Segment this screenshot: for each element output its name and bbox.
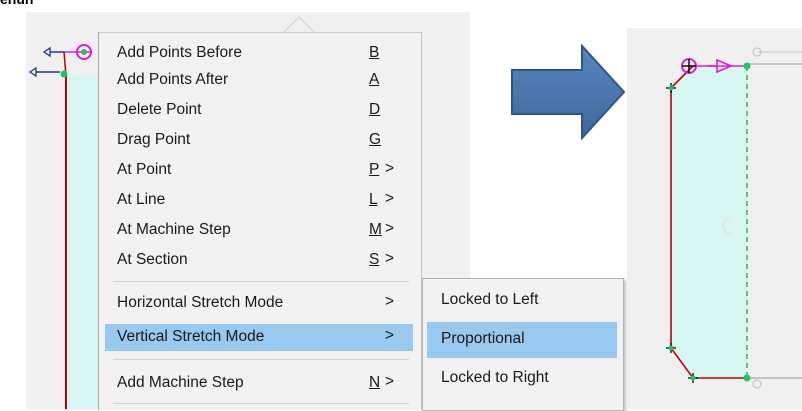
submenu-arrow-icon: >	[385, 293, 395, 310]
menu-item-label: Horizontal Stretch Mode	[117, 294, 284, 311]
menu-item-shortcut: M	[369, 221, 382, 238]
menu-item-shortcut: B	[369, 44, 380, 61]
submenu-arrow-icon: >	[385, 160, 395, 177]
menu-item-add-points-after[interactable]: Add Points After A	[105, 67, 413, 94]
menu-separator	[113, 403, 409, 404]
node-marker-icon[interactable]	[60, 44, 93, 78]
submenu-item-label: Locked to Left	[441, 291, 539, 308]
menu-item-label: Vertical Stretch Mode	[117, 328, 265, 345]
menu-separator	[113, 281, 409, 282]
submenu-arrow-icon: >	[385, 327, 395, 344]
menu-item-add-points-before[interactable]: Add Points Before B	[105, 40, 413, 67]
profile-shape-left[interactable]	[66, 75, 98, 409]
context-menu: Add Points Before B Add Points After A D…	[98, 16, 422, 410]
submenu-arrow-icon: >	[385, 190, 395, 207]
menu-item-label: Drag Point	[117, 131, 191, 148]
left-arrow-icon[interactable]	[28, 46, 64, 78]
menu-item-at-machine-step[interactable]: At Machine Step M >	[105, 217, 413, 244]
menu-item-shortcut: P	[369, 161, 380, 178]
right-canvas-margin	[627, 0, 677, 28]
menu-item-at-line[interactable]: At Line L >	[105, 187, 413, 214]
submenu-arrow-icon: >	[385, 220, 395, 237]
menu-item-at-point[interactable]: At Point P >	[105, 157, 413, 184]
submenu-item-locked-to-left[interactable]: Locked to Left	[427, 283, 617, 319]
menu-item-label: At Line	[117, 191, 166, 208]
submenu-arrow-icon: >	[385, 250, 395, 267]
node-marker-icon[interactable]	[681, 58, 697, 74]
submenu-item-label: Proportional	[441, 330, 525, 347]
big-right-arrow-icon	[511, 43, 626, 141]
menu-item-label: Add Points After	[117, 71, 229, 88]
stretch-mode-submenu: Locked to Left Proportional Locked to Ri…	[422, 278, 624, 411]
submenu-item-proportional[interactable]: Proportional	[427, 322, 617, 358]
result-shape-drawing[interactable]	[627, 28, 802, 409]
submenu-item-label: Locked to Right	[441, 369, 549, 386]
profile-edge-left	[65, 75, 67, 409]
result-shape-fill	[671, 66, 747, 378]
menu-item-shortcut: N	[369, 374, 381, 391]
left-handles-overlay	[28, 44, 93, 78]
menu-item-shortcut: D	[369, 101, 381, 118]
menu-separator	[113, 359, 409, 360]
menu-tail-icon	[282, 16, 316, 34]
menu-item-label: At Section	[117, 251, 188, 268]
menu-item-at-section[interactable]: At Section S >	[105, 247, 413, 274]
submenu-item-locked-to-right[interactable]: Locked to Right	[427, 361, 617, 397]
menu-item-shortcut: A	[369, 71, 380, 88]
menu-item-label: At Point	[117, 161, 172, 178]
menu-item-add-machine-step[interactable]: Add Machine Step N >	[105, 370, 413, 397]
menu-item-label: Add Points Before	[117, 44, 242, 61]
menu-item-vertical-stretch-mode[interactable]: Vertical Stretch Mode >	[105, 324, 413, 351]
guide-node-icon	[752, 379, 762, 389]
menu-item-label: Add Machine Step	[117, 374, 244, 391]
menu-item-label: Delete Point	[117, 101, 202, 118]
menu-item-shortcut: S	[369, 251, 380, 268]
menu-item-drag-point[interactable]: Drag Point G	[105, 127, 413, 154]
submenu-arrow-icon: >	[385, 373, 395, 390]
menu-item-horizontal-stretch-mode[interactable]: Horizontal Stretch Mode >	[105, 290, 413, 317]
menu-item-shortcut: G	[369, 131, 382, 148]
menu-item-label: At Machine Step	[117, 221, 231, 238]
menu-item-shortcut: L	[369, 191, 378, 208]
menu-item-delete-point[interactable]: Delete Point D	[105, 97, 413, 124]
